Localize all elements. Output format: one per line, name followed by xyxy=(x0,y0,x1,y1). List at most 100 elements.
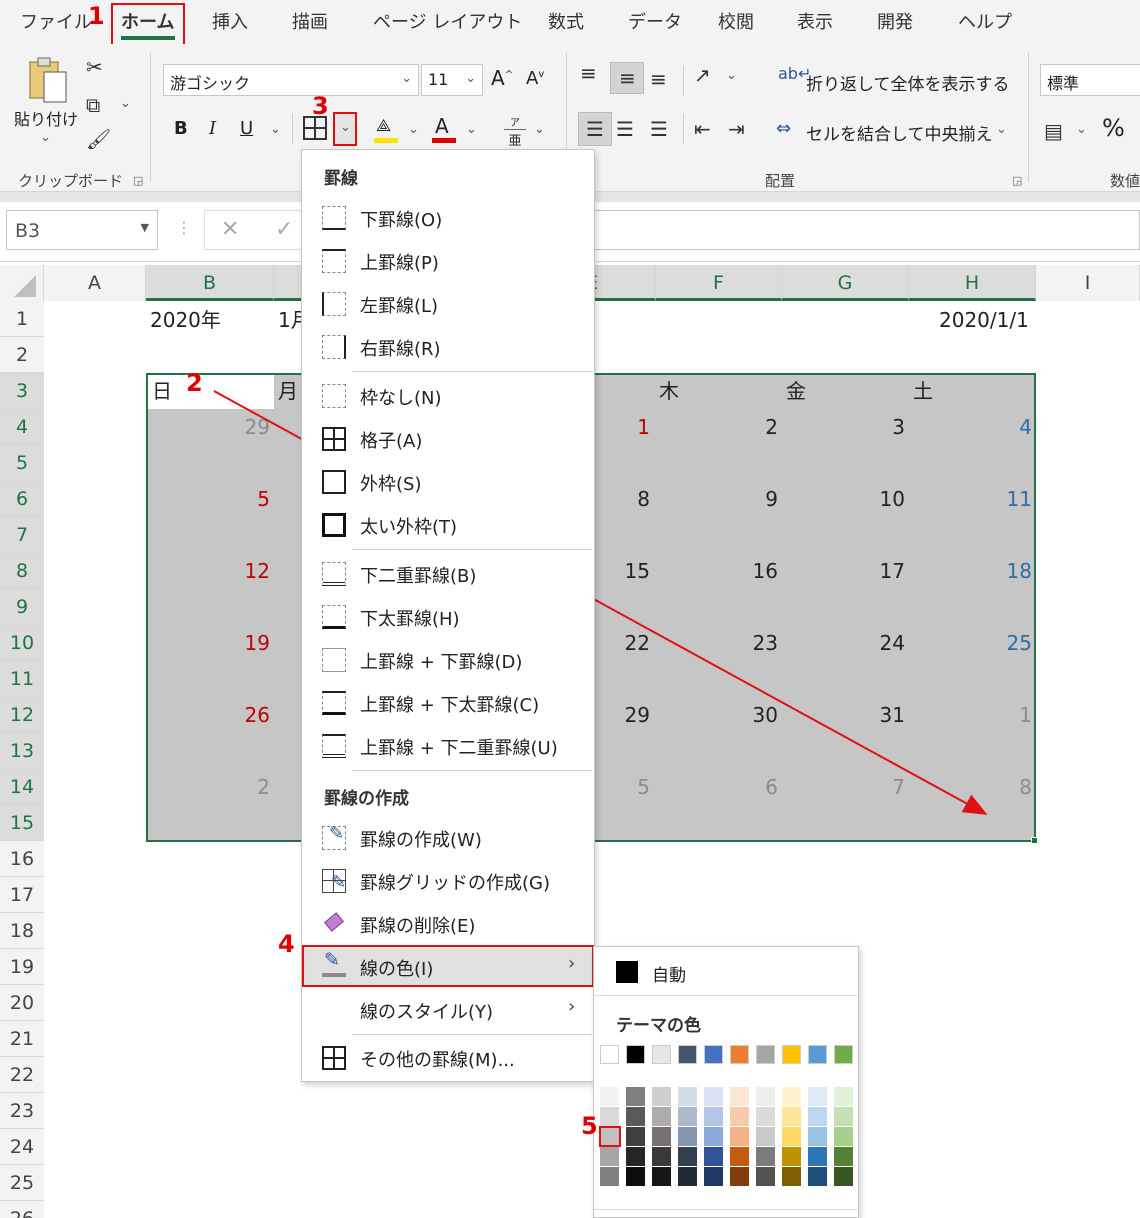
theme-shade-swatch[interactable] xyxy=(730,1147,749,1166)
theme-shade-swatch[interactable] xyxy=(626,1127,645,1146)
menu-item-label: 線のスタイル(Y) xyxy=(360,1002,494,1023)
theme-color-swatch[interactable] xyxy=(730,1045,749,1064)
theme-shade-swatch[interactable] xyxy=(678,1087,697,1106)
draw-border-grid-icon: ✎ xyxy=(322,869,346,893)
theme-shade-swatch[interactable] xyxy=(652,1167,671,1186)
theme-shade-swatch[interactable] xyxy=(678,1167,697,1186)
theme-shade-swatch[interactable] xyxy=(652,1147,671,1166)
theme-color-swatch[interactable] xyxy=(704,1045,723,1064)
theme-shade-swatch[interactable] xyxy=(600,1167,619,1186)
menu-item-draw-border-grid[interactable]: ✎ 罫線グリッドの作成(G) xyxy=(302,861,594,901)
theme-shade-swatch[interactable] xyxy=(730,1107,749,1126)
theme-shade-swatch[interactable] xyxy=(600,1087,619,1106)
menu-item-label: 太い外枠(T) xyxy=(360,517,458,538)
theme-shade-swatch[interactable] xyxy=(704,1167,723,1186)
menu-item-left-border[interactable]: 左罫線(L) xyxy=(302,284,594,324)
theme-shade-swatch[interactable] xyxy=(678,1127,697,1146)
theme-shade-swatch[interactable] xyxy=(782,1087,801,1106)
theme-shade-swatch[interactable] xyxy=(808,1107,827,1126)
menu-item-erase-border[interactable]: 罫線の削除(E) xyxy=(302,904,594,944)
theme-shade-swatch[interactable] xyxy=(626,1107,645,1126)
theme-shade-swatch[interactable] xyxy=(756,1167,775,1186)
theme-shade-swatch[interactable] xyxy=(782,1147,801,1166)
theme-color-swatch[interactable] xyxy=(678,1045,697,1064)
automatic-color-option[interactable]: 自動 xyxy=(594,949,858,993)
theme-color-swatch[interactable] xyxy=(600,1045,619,1064)
theme-shade-swatch[interactable] xyxy=(834,1087,853,1106)
theme-shade-swatch[interactable] xyxy=(652,1087,671,1106)
menu-item-draw-border[interactable]: ✎ 罫線の作成(W) xyxy=(302,818,594,858)
theme-shade-swatch[interactable] xyxy=(782,1107,801,1126)
theme-color-swatch[interactable] xyxy=(652,1045,671,1064)
theme-shade-swatch[interactable] xyxy=(678,1147,697,1166)
theme-shade-swatch[interactable] xyxy=(704,1147,723,1166)
theme-shade-swatch[interactable] xyxy=(808,1167,827,1186)
menu-item-bottom-border[interactable]: 下罫線(O) xyxy=(302,198,594,238)
menu-item-thick-bottom-border[interactable]: 下太罫線(H) xyxy=(302,597,594,637)
theme-shade-swatch[interactable] xyxy=(834,1147,853,1166)
theme-shade-swatch[interactable] xyxy=(626,1147,645,1166)
menu-item-label: 上罫線(P) xyxy=(360,253,439,274)
theme-shade-swatch[interactable] xyxy=(600,1147,619,1166)
menu-item-label: 罫線の作成(W) xyxy=(360,830,482,851)
theme-shade-swatch[interactable] xyxy=(678,1107,697,1126)
theme-shade-swatch[interactable] xyxy=(834,1107,853,1126)
theme-shade-swatch[interactable] xyxy=(626,1167,645,1186)
theme-colors-header: テーマの色 xyxy=(616,1016,701,1036)
theme-shade-swatch[interactable] xyxy=(834,1167,853,1186)
theme-color-swatch[interactable] xyxy=(782,1045,801,1064)
annotation-2: 2 xyxy=(186,369,203,397)
menu-item-bottom-double-border[interactable]: 下二重罫線(B) xyxy=(302,554,594,594)
theme-shade-swatch[interactable] xyxy=(782,1167,801,1186)
menu-item-right-border[interactable]: 右罫線(R) xyxy=(302,327,594,367)
menu-item-label: 枠なし(N) xyxy=(360,388,442,409)
annotation-4: 4 xyxy=(278,930,295,958)
theme-shade-swatch[interactable] xyxy=(730,1127,749,1146)
menu-item-label: 下太罫線(H) xyxy=(360,609,460,630)
all-borders-icon xyxy=(322,427,346,451)
menu-item-outside-borders[interactable]: 外枠(S) xyxy=(302,462,594,502)
theme-shade-swatch[interactable] xyxy=(782,1127,801,1146)
theme-shade-swatch[interactable] xyxy=(808,1147,827,1166)
menu-item-label: 線の色(I) xyxy=(360,959,434,980)
theme-shade-swatch[interactable] xyxy=(756,1127,775,1146)
theme-shade-swatch[interactable] xyxy=(808,1127,827,1146)
selected-shade-highlight xyxy=(599,1126,621,1147)
theme-shade-swatch[interactable] xyxy=(626,1087,645,1106)
menu-item-no-border[interactable]: 枠なし(N) xyxy=(302,376,594,416)
theme-color-swatch[interactable] xyxy=(626,1045,645,1064)
menu-item-label: 格子(A) xyxy=(360,431,423,452)
menu-item-label: 上罫線 + 下二重罫線(U) xyxy=(360,738,558,759)
theme-shade-swatch[interactable] xyxy=(808,1087,827,1106)
menu-item-thick-outside-border[interactable]: 太い外枠(T) xyxy=(302,505,594,545)
theme-shade-swatch[interactable] xyxy=(600,1107,619,1126)
menu-item-top-bottom-border[interactable]: 上罫線 + 下罫線(D) xyxy=(302,640,594,680)
theme-color-swatch[interactable] xyxy=(834,1045,853,1064)
menu-item-top-thick-bottom-border[interactable]: 上罫線 + 下太罫線(C) xyxy=(302,683,594,723)
menu-item-label: 下罫線(O) xyxy=(360,210,443,231)
theme-shade-swatch[interactable] xyxy=(756,1107,775,1126)
menu-item-label: 上罫線 + 下太罫線(C) xyxy=(360,695,540,716)
theme-shade-swatch[interactable] xyxy=(834,1127,853,1146)
theme-shade-swatch[interactable] xyxy=(704,1087,723,1106)
theme-shade-swatch[interactable] xyxy=(756,1147,775,1166)
menu-item-label: 下二重罫線(B) xyxy=(360,566,477,587)
theme-color-swatch[interactable] xyxy=(756,1045,775,1064)
menu-item-line-color[interactable]: ✎ 線の色(I) › xyxy=(302,945,594,987)
theme-shade-swatch[interactable] xyxy=(652,1107,671,1126)
menu-item-top-double-bottom-border[interactable]: 上罫線 + 下二重罫線(U) xyxy=(302,726,594,766)
menu-item-top-border[interactable]: 上罫線(P) xyxy=(302,241,594,281)
menu-item-line-style[interactable]: 線のスタイル(Y) › xyxy=(302,990,594,1030)
theme-shade-swatch[interactable] xyxy=(730,1167,749,1186)
no-border-icon xyxy=(322,384,346,408)
theme-color-swatch[interactable] xyxy=(808,1045,827,1064)
theme-shade-swatch[interactable] xyxy=(704,1107,723,1126)
theme-shade-swatch[interactable] xyxy=(730,1087,749,1106)
menu-item-all-borders[interactable]: 格子(A) xyxy=(302,419,594,459)
menu-item-label: 外枠(S) xyxy=(360,474,422,495)
line-color-icon: ✎ xyxy=(322,949,346,977)
theme-shade-swatch[interactable] xyxy=(756,1087,775,1106)
menu-item-more-borders[interactable]: その他の罫線(M)... xyxy=(302,1038,594,1078)
theme-shade-swatch[interactable] xyxy=(652,1127,671,1146)
theme-shade-swatch[interactable] xyxy=(704,1127,723,1146)
